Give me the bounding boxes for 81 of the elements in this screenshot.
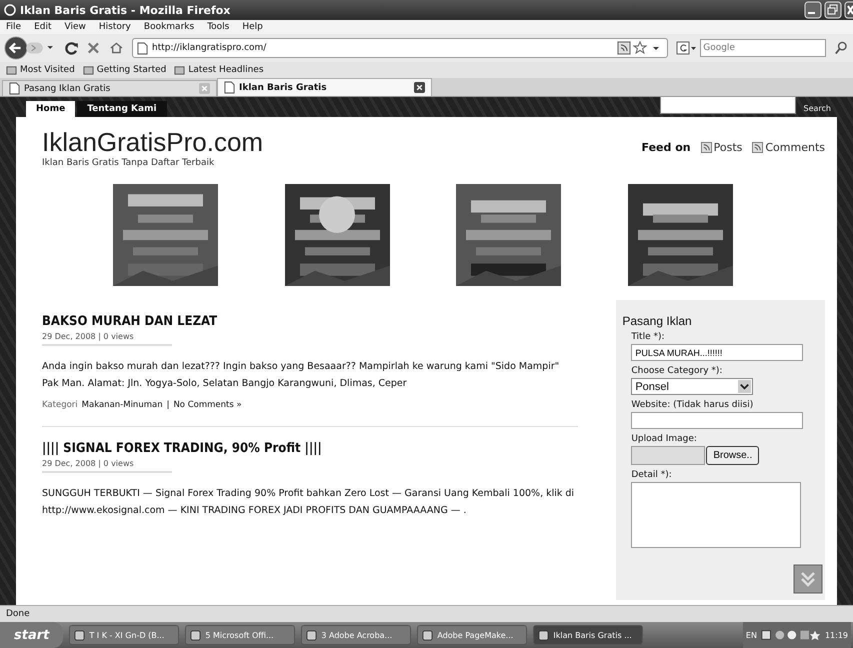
page-icon <box>137 42 148 54</box>
bookmark-item[interactable]: Getting Started <box>82 64 166 76</box>
search-icon[interactable] <box>834 40 849 56</box>
comments-link[interactable]: No Comments » <box>173 400 242 410</box>
field-label: Upload Image: <box>631 434 698 444</box>
clock: 11:19 <box>824 630 848 640</box>
widget-title: Pasang Iklan <box>622 314 693 328</box>
menu-item[interactable]: Bookmarks <box>144 22 194 32</box>
taskbar-item[interactable]: Adobe PageMake... <box>417 625 528 645</box>
nav-tab[interactable]: Tentang Kami <box>77 101 167 117</box>
scroll-down-icon[interactable] <box>793 564 823 594</box>
search-engine-icon[interactable] <box>676 41 698 55</box>
menu-item[interactable]: Tools <box>207 22 230 32</box>
post-meta: 29 Dec, 2008 | 0 views <box>42 459 135 468</box>
field-label: Title *): <box>631 332 666 342</box>
app-icon <box>306 630 318 640</box>
post-meta: 29 Dec, 2008 | 0 views <box>42 332 135 341</box>
window-title: Iklan Baris Gratis - Mozilla Firefox <box>20 4 232 16</box>
field-label: Detail *): <box>631 470 673 480</box>
menu-item[interactable]: View <box>64 22 86 32</box>
menu-item[interactable]: File <box>6 22 22 32</box>
menu-item[interactable]: Help <box>242 22 263 32</box>
maximize-icon[interactable] <box>824 1 842 19</box>
star-icon[interactable] <box>633 41 648 55</box>
detail-field[interactable] <box>631 482 802 548</box>
feed-link[interactable]: Posts <box>700 140 742 154</box>
field-label: Website: (Tidak harus diisi) <box>631 400 754 410</box>
taskbar-item[interactable]: 5 Microsoft Offi... <box>185 625 296 645</box>
app-icon <box>190 630 202 640</box>
close-icon[interactable] <box>844 1 853 19</box>
separator: | <box>166 400 170 410</box>
page-icon <box>224 81 235 94</box>
menu-item[interactable]: History <box>98 22 131 32</box>
back-icon[interactable] <box>4 35 56 61</box>
rss-icon[interactable] <box>617 41 632 55</box>
menu-item[interactable]: Edit <box>34 22 52 32</box>
taskbar-item[interactable]: Iklan Baris Gratis ... <box>533 625 644 645</box>
field-label: Choose Category *): <box>631 366 724 376</box>
page-icon <box>9 82 20 95</box>
app-icon <box>538 630 550 640</box>
input-field[interactable] <box>631 412 804 429</box>
status-text: Done <box>6 609 30 619</box>
post-body: SUNGGUH TERBUKTI — Signal Forex Trading 90% Profit bahkan Zero Lost — Garansi Uang Kembali 100%, klik di http://www.ekosignal.com — KINI TRADING FOREX JADI PROFITS DAN GUAMPAAAANG — . <box>42 487 576 518</box>
rss-icon <box>752 142 764 152</box>
nav-tab[interactable]: Home <box>26 101 76 117</box>
taskbar-item[interactable]: 3 Adobe Acroba... <box>301 625 412 645</box>
site-title[interactable]: IklanGratisPro.com <box>42 127 264 158</box>
input-field[interactable]: PULSA MURAH...!!!!!! <box>631 344 804 361</box>
close-icon[interactable] <box>414 82 425 93</box>
bookmark-item[interactable]: Most Visited <box>6 64 75 76</box>
reload-icon[interactable] <box>64 40 78 56</box>
home-icon[interactable] <box>109 40 124 56</box>
start-button[interactable]: start <box>0 622 64 648</box>
tray-icons-drawing[interactable] <box>760 628 821 642</box>
app-icon <box>422 630 434 640</box>
search-button[interactable]: Search <box>798 103 837 114</box>
browser-tab[interactable]: Pasang Iklan Gratis <box>2 80 217 96</box>
search-field[interactable] <box>660 97 796 114</box>
bookmark-item[interactable]: Latest Headlines <box>174 64 264 76</box>
app-icon <box>74 630 86 640</box>
address-field[interactable]: http://iklangratispro.com/ <box>132 38 668 58</box>
search-field[interactable]: Google <box>700 39 826 57</box>
rss-icon <box>700 142 712 152</box>
post-body: Anda ingin bakso murah dan lezat??? Ingin bakso yang Besaaar?? Mampirlah ke warung kami "Sido Mampir" Pak Man. Alamat: Jln. Yogya-Solo, Selatan Bangjo Karangwuni, Dlimas, Ceper <box>42 360 560 391</box>
language-indicator[interactable]: EN <box>746 630 757 640</box>
file-field[interactable] <box>631 446 706 465</box>
stop-icon[interactable] <box>86 40 102 56</box>
post-title[interactable]: BAKSO MURAH DAN LEZAT <box>42 314 578 329</box>
category-link[interactable]: Makanan-Minuman <box>82 400 163 410</box>
browser-tab[interactable]: Iklan Baris Gratis <box>217 78 432 96</box>
feed-link[interactable]: Comments <box>752 140 825 154</box>
browse-button[interactable]: Browse.. <box>706 446 760 465</box>
feed-label: Feed on <box>642 140 691 154</box>
post-title[interactable]: |||| SIGNAL FOREX TRADING, 90% Profit |||| <box>42 441 578 456</box>
category-label: Kategori <box>42 400 78 410</box>
taskbar-item[interactable]: T I K - XI Gn-D (B... <box>69 625 180 645</box>
caret-icon <box>738 380 752 393</box>
minimize-icon[interactable] <box>804 1 822 19</box>
tagline: Iklan Baris Gratis Tanpa Daftar Terbaik <box>42 158 216 168</box>
browser-icon <box>4 4 16 16</box>
category-dropdown[interactable]: Ponsel <box>631 378 754 395</box>
